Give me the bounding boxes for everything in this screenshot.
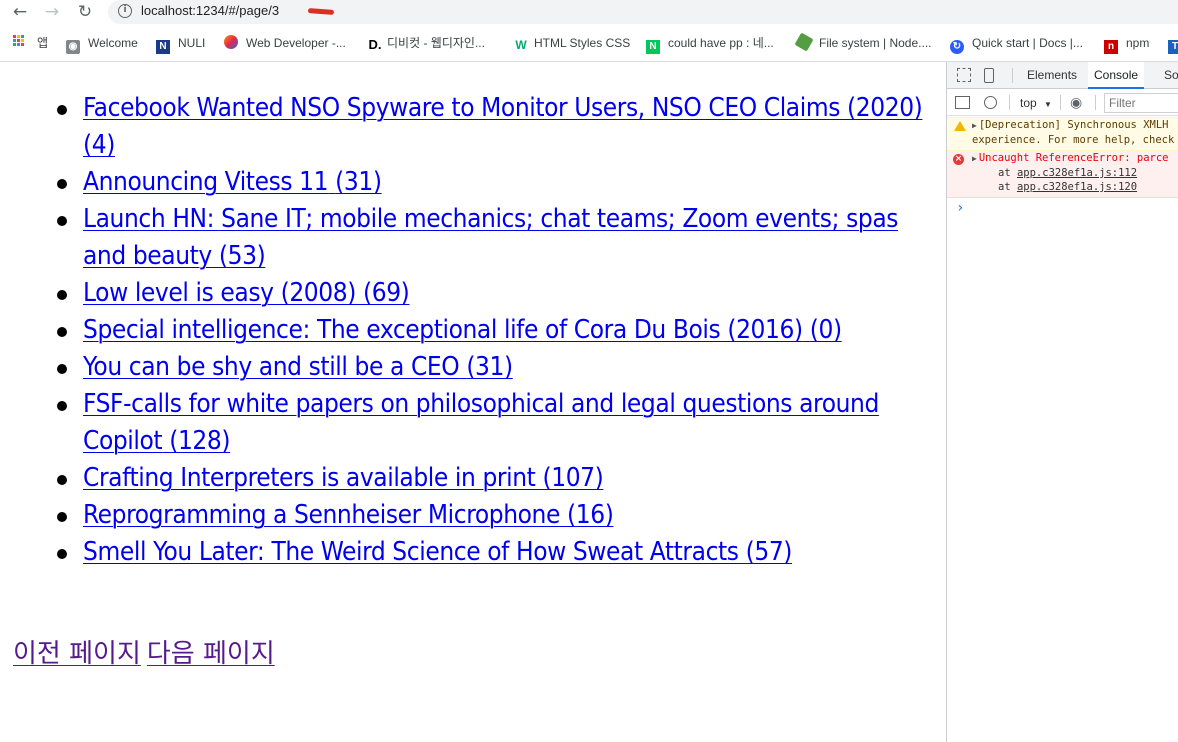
bookmarks-bar: 앱 ◉ Welcome N NULI Web Developer -... D. 디비… <box>0 31 1178 55</box>
tab-elements[interactable]: Elements <box>1027 62 1077 89</box>
bookmark-apps[interactable]: 앱 <box>13 34 48 52</box>
site-info-icon[interactable]: i <box>118 4 132 18</box>
console-warning-message[interactable]: ▶ [Deprecation] Synchronous XMLH experien… <box>947 117 1178 151</box>
list-item: Crafting Interpreters is available in pr… <box>57 460 933 497</box>
divider <box>1012 68 1013 83</box>
browser-chrome: ← → ↻ i localhost:1234/#/page/3 앱 ◉ Welco… <box>0 0 1178 62</box>
docs-icon: ↻ <box>950 40 964 54</box>
eye-icon[interactable]: ◉ <box>1070 94 1082 111</box>
tab-sources[interactable]: So <box>1164 62 1178 89</box>
apps-grid-icon <box>13 35 27 49</box>
bookmark-welcome[interactable]: ◉ Welcome <box>66 34 138 54</box>
console-filter-input[interactable]: Filter <box>1104 93 1178 113</box>
bullet <box>57 216 67 226</box>
list-item: Special intelligence: The exceptional li… <box>57 312 933 349</box>
list-item: Announcing Vitess 11 (31) <box>57 164 933 201</box>
bookmark-node-fs[interactable]: File system | Node.... <box>794 32 931 52</box>
camera-icon: ◉ <box>66 40 80 54</box>
device-toggle-icon[interactable] <box>984 68 994 83</box>
stack-trace-link[interactable]: app.c328ef1a.js:112 <box>1017 167 1137 179</box>
story-link[interactable]: Special intelligence: The exceptional li… <box>83 315 842 345</box>
previous-page-link[interactable]: 이전 페이지 <box>13 639 141 669</box>
bookmark-dibicut[interactable]: D. 디비컷 - 웹디자인... <box>367 34 485 52</box>
story-list: Facebook Wanted NSO Spyware to Monitor U… <box>57 90 933 571</box>
story-link[interactable]: Crafting Interpreters is available in pr… <box>83 463 604 493</box>
bullet <box>57 105 67 115</box>
warning-icon <box>954 121 966 131</box>
list-item: Smell You Later: The Weird Science of Ho… <box>57 534 933 571</box>
divider <box>1009 95 1010 110</box>
back-arrow-icon[interactable]: ← <box>10 2 30 22</box>
bookmark-html-styles[interactable]: W HTML Styles CSS <box>512 34 630 52</box>
list-item: Launch HN: Sane IT; mobile mechanics; ch… <box>57 201 933 275</box>
bullet <box>57 512 67 522</box>
clear-console-icon[interactable] <box>984 96 997 109</box>
error-icon: × <box>953 154 964 165</box>
npm-icon: n <box>1104 40 1118 54</box>
console-error-message[interactable]: × ▶ Uncaught ReferenceError: parce at app… <box>947 151 1178 198</box>
tab-console[interactable]: Console <box>1088 62 1145 89</box>
bookmark-quick-start[interactable]: ↻ Quick start | Docs |... <box>950 34 1083 54</box>
devtools-panel: Elements Console So top ▼ ◉ Filter ▶ [Dep… <box>946 62 1178 742</box>
story-link[interactable]: Launch HN: Sane IT; mobile mechanics; ch… <box>83 204 898 271</box>
bookmark-web-developer[interactable]: Web Developer -... <box>224 34 346 52</box>
bullet <box>57 290 67 300</box>
story-link[interactable]: Smell You Later: The Weird Science of Ho… <box>83 537 792 567</box>
bullet <box>57 549 67 559</box>
context-selector[interactable]: top ▼ <box>1020 96 1052 110</box>
bookmark-naver[interactable]: Ncould have pp : 네... <box>646 34 774 54</box>
bookmark-npm[interactable]: n npm <box>1104 34 1149 54</box>
forward-arrow-icon[interactable]: → <box>42 2 62 22</box>
next-page-link[interactable]: 다음 페이지 <box>147 639 275 669</box>
bullet <box>57 179 67 189</box>
console-prompt[interactable]: › <box>956 200 964 216</box>
reload-icon[interactable]: ↻ <box>75 2 95 22</box>
pagination: 이전 페이지 다음 페이지 <box>13 636 281 672</box>
bullet <box>57 475 67 485</box>
story-link[interactable]: Announcing Vitess 11 (31) <box>83 167 382 197</box>
inspect-element-icon[interactable] <box>957 68 971 82</box>
address-bar[interactable]: i localhost:1234/#/page/3 <box>108 0 1178 24</box>
stack-trace-link[interactable]: app.c328ef1a.js:120 <box>1017 181 1137 193</box>
story-link[interactable]: Facebook Wanted NSO Spyware to Monitor U… <box>83 93 923 160</box>
naver-icon: N <box>646 40 660 54</box>
annotation-mark <box>307 8 335 15</box>
divider <box>1095 95 1096 110</box>
web-developer-icon <box>224 35 238 49</box>
sidebar-toggle-icon[interactable] <box>955 96 970 109</box>
list-item: FSF-calls for white papers on philosophi… <box>57 386 933 460</box>
bookmark-nuli[interactable]: N NULI <box>156 34 205 54</box>
list-item: Reprogramming a Sennheiser Microphone (1… <box>57 497 933 534</box>
bullet <box>57 327 67 337</box>
expand-arrow-icon[interactable]: ▶ <box>972 119 977 133</box>
divider <box>1060 95 1061 110</box>
bullet <box>57 401 67 411</box>
bullet <box>57 364 67 374</box>
expand-arrow-icon[interactable]: ▶ <box>972 152 977 166</box>
list-item: You can be shy and still be a CEO (31) <box>57 349 933 386</box>
nuli-icon: N <box>156 40 170 54</box>
w3schools-icon: W <box>512 38 530 52</box>
bookmark-overflow[interactable]: T <box>1168 34 1178 54</box>
story-link[interactable]: Reprogramming a Sennheiser Microphone (1… <box>83 500 614 530</box>
story-link[interactable]: You can be shy and still be a CEO (31) <box>83 352 513 382</box>
story-link[interactable]: Low level is easy (2008) (69) <box>83 278 410 308</box>
page-content: Facebook Wanted NSO Spyware to Monitor U… <box>0 62 946 742</box>
console-toolbar: top ▼ ◉ Filter <box>947 90 1178 116</box>
url-text: localhost:1234/#/page/3 <box>141 3 280 18</box>
dibicut-icon: D. <box>367 37 383 52</box>
browser-toolbar: ← → ↻ i localhost:1234/#/page/3 <box>0 0 1178 24</box>
list-item: Low level is easy (2008) (69) <box>57 275 933 312</box>
nodejs-icon <box>794 32 814 52</box>
bookmark-icon: T <box>1168 40 1178 54</box>
list-item: Facebook Wanted NSO Spyware to Monitor U… <box>57 90 933 164</box>
story-link[interactable]: FSF-calls for white papers on philosophi… <box>83 389 879 456</box>
dropdown-arrow-icon: ▼ <box>1044 100 1052 109</box>
devtools-tab-bar: Elements Console So <box>947 62 1178 89</box>
